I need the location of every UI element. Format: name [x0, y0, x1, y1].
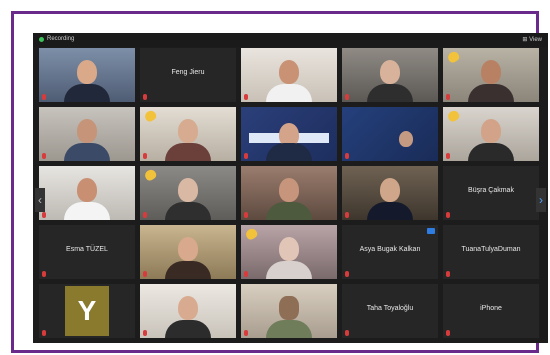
muted-mic-icon [42, 94, 46, 100]
muted-mic-icon [143, 330, 147, 336]
next-page-button[interactable]: › [536, 188, 546, 212]
muted-mic-icon [244, 153, 248, 159]
muted-mic-icon [42, 271, 46, 277]
participant-grid: Feng Jieru Büşra Çakmak Esma TÜZEL Asya … [39, 48, 542, 340]
muted-mic-icon [446, 330, 450, 336]
participant-tile[interactable] [241, 166, 337, 220]
participant-tile[interactable] [241, 107, 337, 161]
participant-tile[interactable]: Esma TÜZEL [39, 225, 135, 279]
muted-mic-icon [446, 271, 450, 277]
participant-tile[interactable]: iPhone [443, 284, 539, 338]
participant-tile[interactable] [39, 166, 135, 220]
participant-tile[interactable] [140, 225, 236, 279]
previous-page-button[interactable]: ‹ [35, 188, 45, 212]
participant-face [279, 178, 299, 202]
avatar: Y [65, 286, 109, 336]
participant-face [481, 119, 501, 143]
participant-face [77, 178, 97, 202]
camera-badge-icon [427, 228, 435, 234]
participant-tile[interactable]: Taha Toyaloğlu [342, 284, 438, 338]
participant-tile[interactable] [443, 48, 539, 102]
participant-tile[interactable]: Büşra Çakmak [443, 166, 539, 220]
participant-face [77, 60, 97, 84]
window-top-bar: Recording ⊞ View [33, 33, 548, 47]
participant-tile[interactable] [241, 48, 337, 102]
muted-mic-icon [42, 330, 46, 336]
muted-mic-icon [345, 212, 349, 218]
participant-tile[interactable] [342, 48, 438, 102]
muted-mic-icon [244, 212, 248, 218]
muted-mic-icon [446, 94, 450, 100]
muted-mic-icon [42, 153, 46, 159]
participant-tile[interactable]: Y [39, 284, 135, 338]
recording-label: Recording [47, 36, 75, 42]
participant-face [481, 60, 501, 84]
muted-mic-icon [42, 212, 46, 218]
participant-tile[interactable] [241, 284, 337, 338]
participant-tile[interactable]: Feng Jieru [140, 48, 236, 102]
participant-face [279, 60, 299, 84]
muted-mic-icon [345, 94, 349, 100]
participant-face [279, 237, 299, 261]
participant-face [178, 119, 198, 143]
participant-face [77, 119, 97, 143]
participant-face [178, 237, 198, 261]
participant-tile[interactable] [140, 166, 236, 220]
participant-name: Büşra Çakmak [468, 187, 514, 194]
muted-mic-icon [244, 271, 248, 277]
participant-name: Taha Toyaloğlu [366, 305, 414, 312]
participant-tile[interactable] [241, 225, 337, 279]
participant-tile[interactable] [39, 107, 135, 161]
shared-screen [342, 107, 438, 161]
participant-name: iPhone [480, 305, 502, 312]
participant-face [279, 296, 299, 320]
view-button[interactable]: ⊞ View [522, 36, 542, 43]
muted-mic-icon [143, 153, 147, 159]
participant-tile[interactable]: Asya Bugak Kalkan [342, 225, 438, 279]
participant-face [399, 131, 414, 147]
participant-name: Asya Bugak Kalkan [359, 246, 421, 253]
participant-name: Esma TÜZEL [66, 246, 108, 253]
participant-name: Feng Jieru [171, 69, 205, 76]
participant-tile[interactable] [342, 166, 438, 220]
muted-mic-icon [143, 271, 147, 277]
participant-face [178, 178, 198, 202]
muted-mic-icon [143, 94, 147, 100]
muted-mic-icon [143, 212, 147, 218]
participant-tile[interactable] [140, 284, 236, 338]
muted-mic-icon [345, 153, 349, 159]
participant-face [380, 178, 400, 202]
participant-tile[interactable] [39, 48, 135, 102]
participant-face [380, 60, 400, 84]
participant-tile[interactable] [140, 107, 236, 161]
participant-tile[interactable] [342, 107, 438, 161]
participant-face [178, 296, 198, 320]
muted-mic-icon [446, 153, 450, 159]
muted-mic-icon [446, 212, 450, 218]
participant-tile[interactable]: TuanaTulyaDuman [443, 225, 539, 279]
participant-name: TuanaTulyaDuman [461, 246, 521, 253]
participant-tile[interactable] [443, 107, 539, 161]
muted-mic-icon [345, 330, 349, 336]
muted-mic-icon [345, 271, 349, 277]
muted-mic-icon [244, 94, 248, 100]
recording-dot-icon [39, 37, 44, 42]
muted-mic-icon [244, 330, 248, 336]
video-call-window: Recording ⊞ View Feng Jieru Büşra Çakmak… [33, 33, 548, 343]
